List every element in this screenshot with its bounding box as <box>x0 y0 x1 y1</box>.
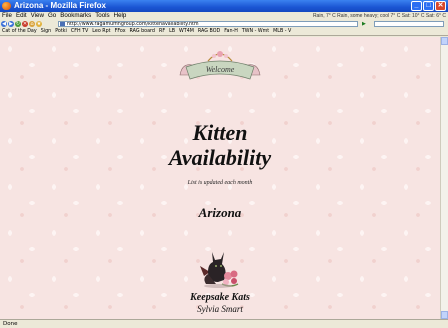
bookmark-item[interactable]: Fan-H <box>222 28 240 35</box>
bookmark-item[interactable]: WT4M <box>177 28 196 35</box>
navigation-toolbar: ◀ ▶ ↻ ✕ ⌂ ★ http://www.ragamuffingroup.c… <box>0 20 448 28</box>
bookmark-item[interactable]: Leo Rpt <box>90 28 112 35</box>
bookmark-item[interactable]: MLB - V <box>271 28 293 35</box>
bookmark-star-icon[interactable]: ★ <box>36 21 42 27</box>
minimize-icon[interactable]: _ <box>411 1 422 11</box>
home-icon[interactable]: ⌂ <box>29 21 35 27</box>
stop-icon[interactable]: ✕ <box>22 21 28 27</box>
cattery-name: Keepsake Kats <box>190 292 250 303</box>
bookmark-item[interactable]: CFH TV <box>69 28 90 35</box>
bookmark-item[interactable]: Sign <box>39 28 53 35</box>
browser-window: Arizona - Mozilla Firefox _ □ ✕ File Edi… <box>0 0 448 328</box>
bookmark-item[interactable]: Cat of the Day <box>0 28 39 35</box>
page-title-line-2: Availability <box>168 145 272 170</box>
scroll-up-icon[interactable] <box>441 37 448 45</box>
search-input[interactable] <box>374 21 444 27</box>
reload-icon[interactable]: ↻ <box>15 21 21 27</box>
back-icon[interactable]: ◀ <box>1 21 7 27</box>
window-title: Arizona - Mozilla Firefox <box>14 1 107 10</box>
bookmark-item[interactable]: RF <box>157 28 167 35</box>
scroll-down-icon[interactable] <box>441 311 448 319</box>
bookmark-item[interactable]: FFox <box>113 28 128 35</box>
vertical-scrollbar[interactable] <box>440 37 448 319</box>
bookmark-item[interactable]: RAG board <box>128 28 157 35</box>
maximize-icon[interactable]: □ <box>423 1 434 11</box>
menu-help[interactable]: Help <box>112 12 129 20</box>
window-controls: _ □ ✕ <box>411 1 446 11</box>
bookmark-item[interactable]: Potki <box>53 28 69 35</box>
menu-view[interactable]: View <box>29 12 46 20</box>
page-content: Welcome Kitten Availability List is upda… <box>0 37 440 319</box>
url-field[interactable]: http://www.ragamuffingroup.com/kittenava… <box>58 21 358 27</box>
close-icon[interactable]: ✕ <box>435 1 446 11</box>
menu-go[interactable]: Go <box>46 12 58 20</box>
status-text: Done <box>3 321 18 327</box>
status-bar: Done <box>0 319 448 328</box>
bookmarks-toolbar: Cat of the Day Sign Potki CFH TV Leo Rpt… <box>0 28 448 36</box>
bookmark-item[interactable]: RAG BOD <box>196 28 222 35</box>
menu-tools[interactable]: Tools <box>93 12 111 20</box>
site-favicon-icon <box>60 22 65 26</box>
menu-bar: File Edit View Go Bookmarks Tools Help R… <box>0 12 448 20</box>
title-bar: Arizona - Mozilla Firefox _ □ ✕ <box>0 0 448 12</box>
state-heading: Arizona <box>198 205 242 220</box>
weather-status[interactable]: Rain, 7° C Rain, some heavy; cool 7° C S… <box>313 12 446 20</box>
bookmark-item[interactable]: TWN - Wmt <box>240 28 271 35</box>
go-button[interactable]: ▶ <box>362 21 370 27</box>
bookmark-item[interactable]: LB <box>167 28 177 35</box>
forward-icon[interactable]: ▶ <box>8 21 14 27</box>
page-title: Kitten Availability <box>120 120 320 170</box>
page-title-line-1: Kitten <box>192 120 248 145</box>
menu-bookmarks[interactable]: Bookmarks <box>58 12 93 20</box>
menu-file[interactable]: File <box>0 12 14 20</box>
url-text: http://www.ragamuffingroup.com/kittenava… <box>67 22 199 27</box>
firefox-icon <box>2 2 11 10</box>
menu-edit[interactable]: Edit <box>14 12 29 20</box>
breeder-name: Sylvia Smart <box>197 304 243 314</box>
welcome-text: Welcome <box>206 65 235 74</box>
welcome-banner: Welcome <box>179 51 261 80</box>
kitten-image <box>200 252 239 288</box>
update-note: List is updated each month <box>187 180 253 186</box>
